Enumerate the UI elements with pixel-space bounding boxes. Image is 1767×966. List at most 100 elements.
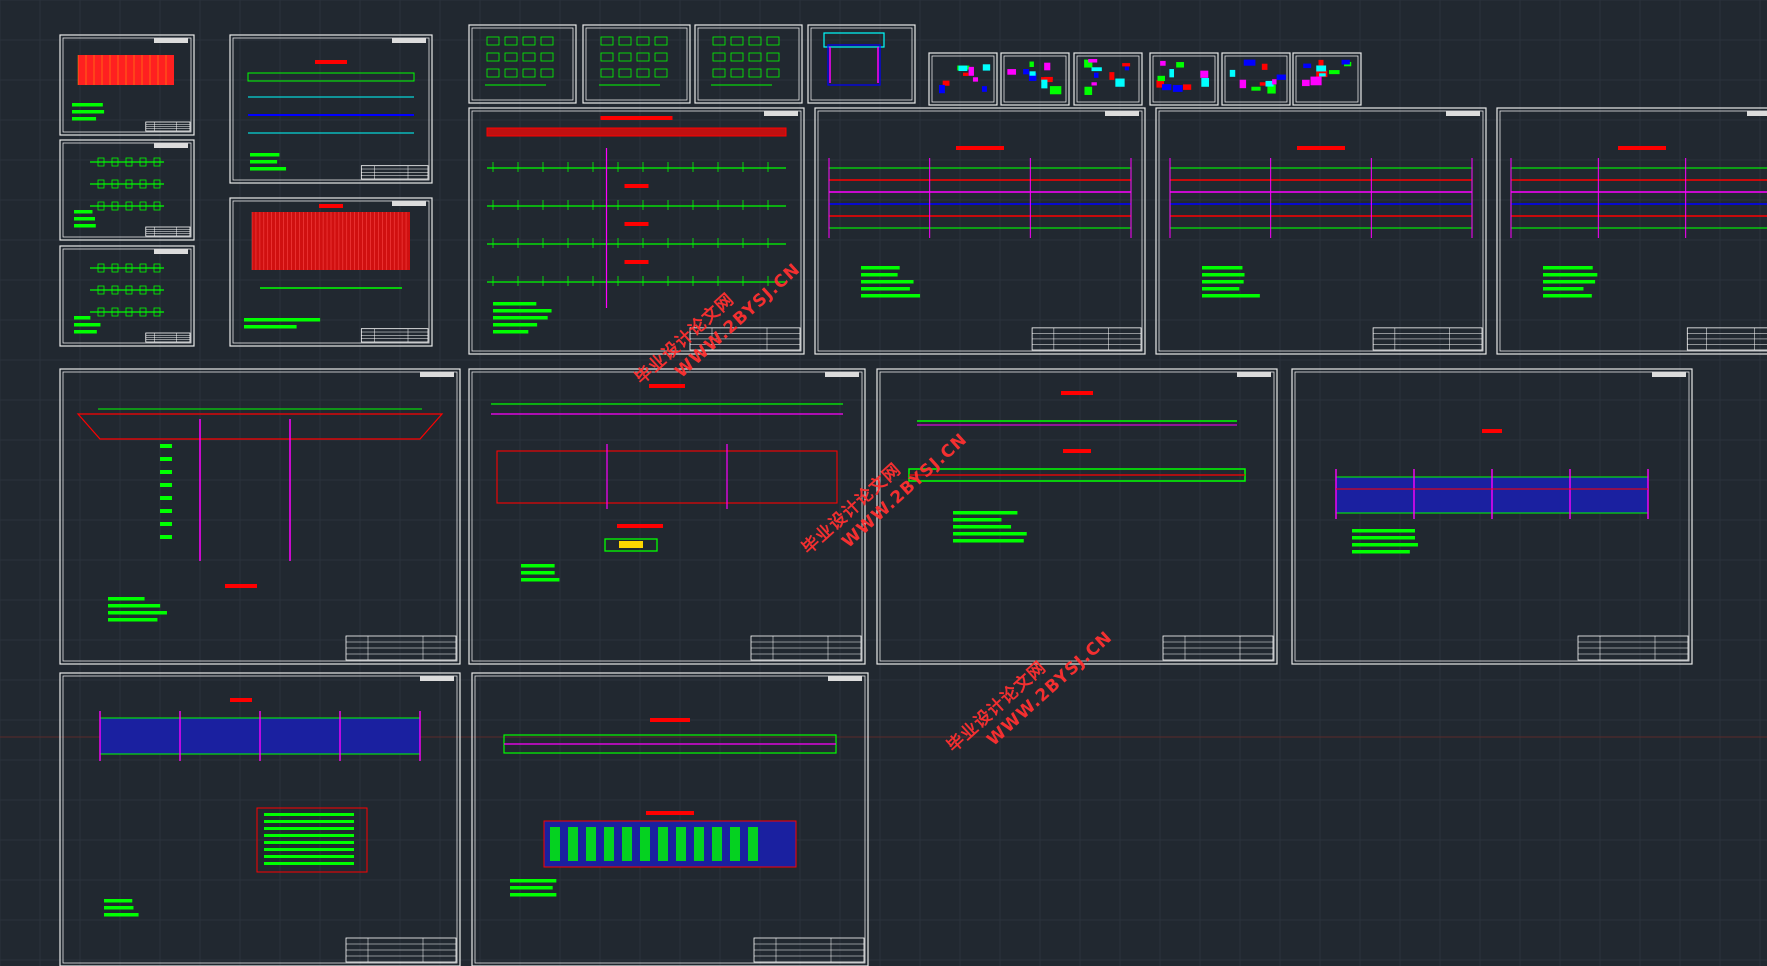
table-column: [640, 827, 650, 861]
note-line: [861, 266, 900, 270]
table-row: [264, 862, 354, 865]
detail-mark: [1115, 78, 1125, 87]
detail-box: [486, 52, 500, 62]
sheet-number-tag: [154, 143, 188, 148]
note-line: [861, 294, 921, 298]
detail-mark: [1029, 61, 1034, 67]
table-column: [550, 827, 560, 861]
sheet-21[interactable]: [468, 368, 866, 665]
note-line: [74, 316, 91, 320]
detail-box: [748, 36, 762, 46]
note-line: [510, 893, 557, 897]
detail-mark: [1044, 76, 1053, 81]
drawing-title-label: [230, 698, 252, 702]
sheet-number-tag: [1105, 111, 1139, 116]
note-line: [104, 913, 139, 917]
detail-box: [748, 52, 762, 62]
table-row: [264, 848, 354, 851]
note-line: [108, 597, 145, 601]
sheet-18[interactable]: [1155, 107, 1487, 355]
detail-mark: [1169, 69, 1175, 78]
sheet-05[interactable]: [229, 197, 433, 347]
table-row: [264, 813, 354, 816]
table-row: [264, 841, 354, 844]
sheet-inner-border: [62, 142, 192, 238]
rebar-mark: [160, 457, 172, 461]
detail-mark: [963, 72, 969, 76]
drawing-title-label: [1482, 429, 1502, 433]
sheet-outer-border: [582, 24, 691, 104]
sheet-number-tag: [392, 201, 426, 206]
sheet-outer-border: [1155, 107, 1487, 355]
tendon-table: [543, 820, 797, 868]
detail-mark: [1109, 72, 1115, 80]
rebar-mark: [160, 444, 172, 448]
note-line: [250, 160, 278, 164]
drawing-title-label: [1297, 146, 1345, 150]
detail-box: [600, 36, 614, 46]
note-line: [1202, 280, 1244, 284]
drawing-title-label: [315, 60, 347, 64]
sheet-inner-border: [62, 371, 458, 662]
table-column: [730, 827, 740, 861]
note-line: [1543, 294, 1592, 298]
detail-box: [504, 68, 518, 78]
sheet-08[interactable]: [694, 24, 803, 104]
detail-box: [504, 36, 518, 46]
sheet-07[interactable]: [582, 24, 691, 104]
sheet-23[interactable]: [1291, 368, 1693, 665]
note-line: [72, 110, 105, 114]
detail-mark: [1261, 63, 1268, 70]
sheet-outer-border: [928, 52, 998, 106]
sheet-17[interactable]: [814, 107, 1146, 355]
detail-box: [522, 68, 536, 78]
rebar-mark: [160, 522, 172, 526]
note-line: [250, 167, 287, 171]
sheet-inner-border: [62, 248, 192, 344]
detail-mark: [1023, 69, 1029, 75]
note-line: [953, 539, 1024, 543]
sheet-11[interactable]: [1000, 52, 1070, 106]
sheet-outer-border: [1292, 52, 1362, 106]
note-line: [510, 886, 553, 890]
sheet-04[interactable]: [229, 34, 433, 184]
detail-mark: [981, 86, 987, 92]
sheet-19[interactable]: [1496, 107, 1767, 355]
table-column: [694, 827, 704, 861]
note-line: [72, 117, 97, 121]
sheet-15[interactable]: [1292, 52, 1362, 106]
detail-mark: [1251, 86, 1261, 91]
detail-mark: [1160, 60, 1166, 66]
rebar-mark: [160, 509, 172, 513]
drawing-title-label: [600, 116, 673, 120]
note-line: [1543, 266, 1593, 270]
sheet-25[interactable]: [471, 672, 869, 966]
sheet-number-tag: [1237, 372, 1271, 377]
note-line: [1543, 287, 1584, 291]
sheet-number-tag: [1747, 111, 1767, 116]
sheet-12[interactable]: [1073, 52, 1143, 106]
note-line: [1352, 543, 1418, 547]
sheet-outer-border: [694, 24, 803, 104]
detail-mark: [1310, 76, 1322, 86]
note-line: [861, 280, 914, 284]
detail-mark: [1124, 66, 1130, 71]
detail-box: [636, 52, 650, 62]
detail-box: [748, 68, 762, 78]
sheet-09[interactable]: [807, 24, 916, 104]
detail-mark: [1302, 79, 1310, 87]
sheet-number-tag: [420, 676, 454, 681]
sheet-outer-border: [468, 368, 866, 665]
detail-box: [654, 52, 668, 62]
detail-box: [522, 36, 536, 46]
detail-mark: [1044, 62, 1051, 71]
sheet-10[interactable]: [928, 52, 998, 106]
drawing-title-label: [956, 146, 1004, 150]
detail-mark: [1157, 75, 1165, 82]
note-line: [493, 309, 552, 313]
note-line: [1543, 273, 1598, 277]
detail-box: [827, 44, 881, 86]
note-line: [861, 273, 898, 277]
detail-mark: [1341, 59, 1350, 65]
sheet-number-tag: [1652, 372, 1686, 377]
